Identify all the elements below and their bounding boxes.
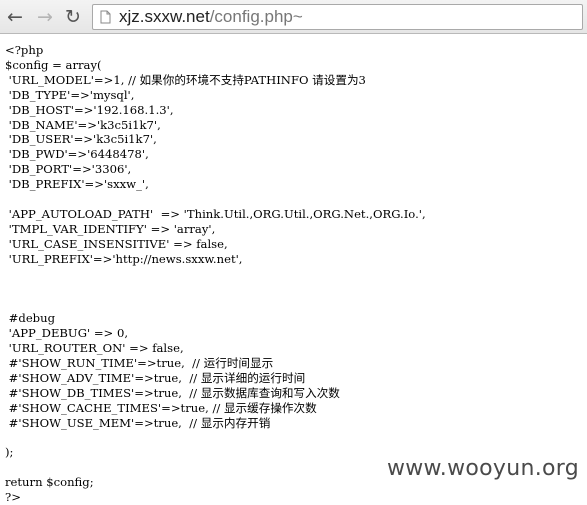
source-line: ); [5, 445, 14, 460]
source-line: 'DB_USER'=>'k3c5i1k7', [5, 132, 157, 147]
reload-icon[interactable]: ↻ [62, 6, 84, 28]
source-line: return $config; [5, 475, 94, 490]
source-line: 'DB_HOST'=>'192.168.1.3', [5, 102, 174, 117]
source-line: 'URL_ROUTER_ON' => false, [5, 341, 184, 356]
source-line: 'URL_MODEL'=>1, // 如果你的环境不支持PATHINFO 请设置… [5, 72, 366, 87]
watermark: www.wooyun.org [386, 456, 579, 481]
source-line: 'URL_PREFIX'=>'http://news.sxxw.net', [5, 251, 243, 266]
source-line: #'SHOW_ADV_TIME'=>true, // 显示详细的运行时间 [5, 370, 306, 385]
source-line: #'SHOW_CACHE_TIMES'=>true, // 显示缓存操作次数 [5, 400, 317, 415]
php-source-text: <?php $config = array( 'URL_MODEL'=>1, /… [5, 43, 426, 505]
source-line: 'APP_AUTOLOAD_PATH' => 'Think.Util.,ORG.… [5, 206, 426, 221]
source-line: 'URL_CASE_INSENSITIVE' => false, [5, 236, 228, 251]
source-line: #'SHOW_RUN_TIME'=>true, // 运行时间显示 [5, 356, 274, 371]
source-line: 'DB_PREFIX'=>'sxxw_', [5, 177, 149, 192]
address-bar[interactable]: xjz.sxxw.net/config.php~ [92, 4, 583, 30]
source-line: 'DB_PWD'=>'6448478', [5, 147, 149, 162]
forward-arrow-icon[interactable]: → [34, 6, 56, 28]
back-arrow-icon[interactable]: ← [4, 6, 26, 28]
address-url: xjz.sxxw.net/config.php~ [119, 7, 303, 27]
source-line: 'TMPL_VAR_IDENTIFY' => 'array', [5, 221, 216, 236]
address-path: /config.php~ [209, 7, 303, 26]
source-line: #'SHOW_USE_MEM'=>true, // 显示内存开销 [5, 415, 271, 430]
source-line: ?> [5, 490, 21, 505]
source-line: 'APP_DEBUG' => 0, [5, 326, 129, 341]
source-line: #debug [5, 311, 55, 326]
source-line: $config = array( [5, 57, 102, 72]
page-icon [99, 10, 111, 25]
source-line: #'SHOW_DB_TIMES'=>true, // 显示数据库查询和写入次数 [5, 385, 340, 400]
address-domain: xjz.sxxw.net [119, 7, 210, 26]
browser-toolbar: ← → ↻ xjz.sxxw.net/config.php~ [0, 0, 587, 34]
source-line: <?php [5, 43, 44, 57]
source-line: 'DB_PORT'=>'3306', [5, 162, 132, 177]
source-line: 'DB_TYPE'=>'mysql', [5, 87, 135, 102]
source-line: 'DB_NAME'=>'k3c5i1k7', [5, 117, 161, 132]
